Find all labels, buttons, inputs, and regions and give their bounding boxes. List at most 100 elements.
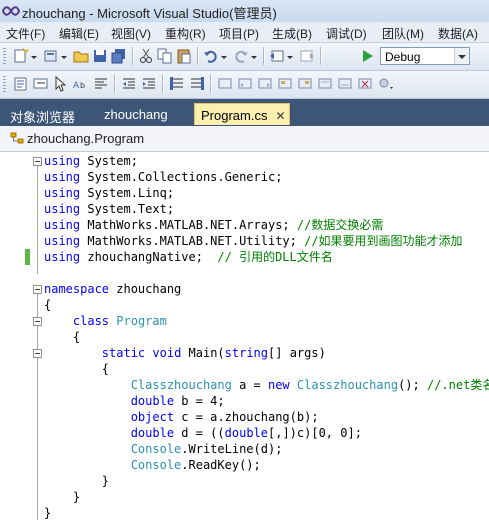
menu-team[interactable]: 团队(M): [382, 25, 424, 42]
type-token: Program: [116, 314, 167, 328]
menu-file[interactable]: 文件(F): [6, 25, 45, 42]
code-line[interactable]: using zhouchangNative; // 引用的DLL文件名: [44, 249, 489, 265]
undo-icon[interactable]: [202, 47, 220, 65]
parameter-info-icon[interactable]: [32, 75, 50, 93]
code-line[interactable]: namespace zhouchang: [44, 281, 489, 297]
open-folder-icon[interactable]: [72, 47, 90, 65]
menu-data[interactable]: 数据(A): [438, 25, 478, 42]
previous-bookmark-in-document-icon[interactable]: [316, 75, 334, 93]
complete-word-icon[interactable]: Ab: [72, 75, 90, 93]
code-line[interactable]: using System.Text;: [44, 201, 489, 217]
menu-build[interactable]: 生成(B): [272, 25, 312, 42]
decrease-indent-icon[interactable]: [120, 75, 138, 93]
code-line[interactable]: class Program: [44, 313, 489, 329]
code-line[interactable]: }: [44, 473, 489, 489]
collapse-icon[interactable]: [33, 349, 42, 358]
code-line[interactable]: static void Main(string[] args): [44, 345, 489, 361]
copy-icon[interactable]: [156, 47, 174, 65]
code-line[interactable]: using System.Collections.Generic;: [44, 169, 489, 185]
code-editor[interactable]: using System; using System.Collections.Ge…: [0, 152, 489, 528]
navigate-backward-icon[interactable]: [268, 47, 286, 65]
code-line[interactable]: {: [44, 297, 489, 313]
code-line[interactable]: double d = ((double[,])c)[0, 0];: [44, 425, 489, 441]
next-bookmark-in-folder-icon[interactable]: [296, 75, 314, 93]
tab-zhouchang[interactable]: zhouchang: [104, 103, 168, 125]
code-line[interactable]: }: [44, 505, 489, 521]
code-token: zhouchang: [109, 282, 182, 296]
increase-indent-icon[interactable]: [140, 75, 158, 93]
keyword-token: static: [101, 346, 146, 360]
solution-configurations-dropdown[interactable]: Debug: [380, 47, 470, 65]
keyword-token: using: [44, 202, 81, 216]
uncomment-icon[interactable]: [188, 75, 206, 93]
collapse-icon[interactable]: [33, 157, 42, 166]
code-line[interactable]: [44, 265, 489, 281]
toolbar-grip[interactable]: [3, 76, 6, 93]
paste-icon[interactable]: [175, 47, 193, 65]
code-token: }: [44, 474, 110, 488]
add-item-icon[interactable]: [42, 47, 60, 65]
code-token: System.Text;: [80, 202, 175, 216]
menu-view[interactable]: 视图(V): [111, 25, 151, 42]
code-line[interactable]: Console.WriteLine(d);: [44, 441, 489, 457]
toggle-bookmark-icon[interactable]: [216, 75, 234, 93]
navigate-forward-icon[interactable]: [298, 47, 316, 65]
collapse-icon[interactable]: [33, 285, 42, 294]
code-token: d = ((: [174, 426, 225, 440]
next-bookmark-in-document-icon[interactable]: [336, 75, 354, 93]
clear-bookmarks-icon[interactable]: [356, 75, 374, 93]
class-icon: [10, 132, 24, 144]
code-line[interactable]: }: [44, 489, 489, 505]
collapse-icon[interactable]: [33, 317, 42, 326]
code-line[interactable]: Console.ReadKey();: [44, 457, 489, 473]
format-icon[interactable]: [92, 75, 110, 93]
code-line[interactable]: double b = 4;: [44, 393, 489, 409]
toolbar-grip[interactable]: [3, 48, 6, 65]
code-line[interactable]: using MathWorks.MATLAB.NET.Utility; //如果…: [44, 233, 489, 249]
new-project-icon[interactable]: [12, 47, 30, 65]
redo-icon[interactable]: [232, 47, 250, 65]
chevron-down-icon[interactable]: [250, 47, 268, 65]
previous-bookmark-icon[interactable]: [236, 75, 254, 93]
menu-project[interactable]: 项目(P): [219, 25, 259, 42]
code-line[interactable]: {: [44, 361, 489, 377]
code-token: Main(: [181, 346, 225, 360]
next-bookmark-icon[interactable]: [256, 75, 274, 93]
save-all-icon[interactable]: [110, 47, 128, 65]
code-token: .ReadKey();: [181, 458, 261, 472]
toolbar-options-icon[interactable]: [376, 75, 394, 93]
cut-icon[interactable]: [137, 47, 155, 65]
types-dropdown[interactable]: zhouchang.Program: [27, 131, 144, 146]
code-line[interactable]: Classzhouchang a = new Classzhouchang();…: [44, 377, 489, 393]
code-token: ();: [398, 378, 427, 392]
code-text[interactable]: using System; using System.Collections.Ge…: [44, 153, 489, 521]
code-token: [] args): [268, 346, 326, 360]
menu-refactor[interactable]: 重构(R): [165, 25, 206, 42]
keyword-token: using: [44, 154, 81, 168]
code-line[interactable]: using MathWorks.MATLAB.NET.Arrays; //数据交…: [44, 217, 489, 233]
keyword-token: void: [152, 346, 182, 360]
type-token: Classzhouchang: [296, 378, 399, 392]
code-line[interactable]: using System;: [44, 153, 489, 169]
start-debugging-icon[interactable]: [358, 47, 376, 65]
tab-program-cs[interactable]: Program.cs ✕: [194, 103, 290, 125]
chevron-down-icon[interactable]: [454, 48, 469, 64]
close-icon[interactable]: ✕: [275, 109, 285, 123]
code-line[interactable]: object c = a.zhouchang(b);: [44, 409, 489, 425]
keyword-token: using: [44, 250, 81, 264]
comment-out-icon[interactable]: [168, 75, 186, 93]
display-object-member-list-icon[interactable]: [12, 75, 30, 93]
code-line[interactable]: using System.Linq;: [44, 185, 489, 201]
code-line[interactable]: {: [44, 329, 489, 345]
code-token: {: [44, 298, 52, 312]
menu-debug[interactable]: 调试(D): [326, 25, 367, 42]
quick-info-icon[interactable]: [52, 75, 70, 93]
previous-bookmark-in-folder-icon[interactable]: [276, 75, 294, 93]
keyword-token: new: [267, 378, 290, 392]
keyword-token: double: [130, 394, 175, 408]
save-icon[interactable]: [91, 47, 109, 65]
tab-object-browser[interactable]: 对象浏览器: [10, 103, 75, 125]
menu-edit[interactable]: 编辑(E): [59, 25, 99, 42]
